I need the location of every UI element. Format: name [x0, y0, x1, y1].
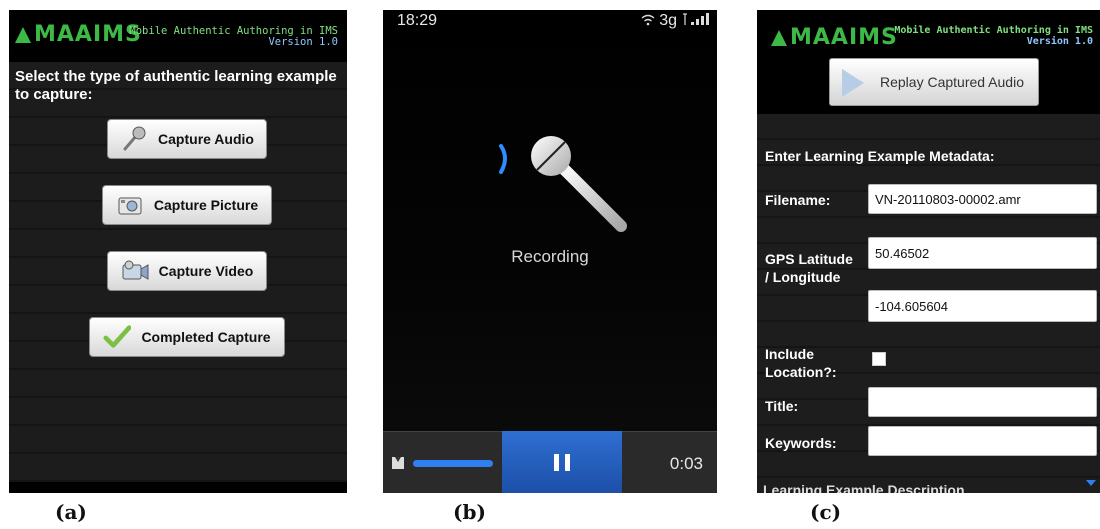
- capture-video-button[interactable]: Capture Video: [107, 251, 267, 291]
- logo-text: MAAIMS: [34, 22, 142, 47]
- checkmark-icon: [103, 323, 132, 351]
- pause-icon: [554, 453, 559, 471]
- logo-text: MAAIMS: [790, 25, 898, 50]
- recording-progress-bar: [413, 460, 493, 467]
- metadata-section-title: Enter Learning Example Metadata:: [765, 148, 995, 164]
- filename-label: Filename:: [765, 192, 831, 208]
- app-logo: MAAIMS: [15, 22, 142, 47]
- panel-a-capture-menu: MAAIMS Mobile Authentic Authoring in IMS…: [9, 10, 347, 493]
- capture-picture-label: Capture Picture: [153, 197, 259, 213]
- status-clock: 18:29: [397, 12, 438, 29]
- app-subtitle: Mobile Authentic Authoring in IMS Versio…: [129, 25, 338, 49]
- longitude-field[interactable]: -104.605604: [868, 290, 1097, 322]
- network-indicator: 3g: [641, 12, 677, 30]
- caption-a: (a): [55, 500, 87, 524]
- include-location-label: Include Location?:: [765, 346, 837, 380]
- panel-b-audio-recorder: 18:29 3g Recording 0:03: [383, 10, 717, 493]
- save-icon[interactable]: [391, 456, 405, 475]
- replay-captured-audio-button[interactable]: Replay Captured Audio: [829, 58, 1039, 106]
- recording-microphone-icon: [499, 136, 627, 232]
- title-field[interactable]: [868, 387, 1097, 417]
- keywords-field[interactable]: [868, 426, 1097, 456]
- replay-label: Replay Captured Audio: [880, 74, 1024, 90]
- play-icon: [842, 69, 864, 97]
- pause-button[interactable]: [502, 431, 622, 493]
- capture-picture-button[interactable]: Capture Picture: [102, 185, 272, 225]
- app-subtitle: Mobile Authentic Authoring in IMS Versio…: [894, 25, 1093, 47]
- app-name: Mobile Authentic Authoring in IMS: [894, 25, 1093, 36]
- recording-status: Recording: [511, 247, 589, 266]
- completed-capture-button[interactable]: Completed Capture: [89, 317, 285, 357]
- app-logo: MAAIMS: [771, 25, 898, 50]
- app-version: Version 1.0: [268, 36, 338, 49]
- wifi-icon: [641, 14, 655, 26]
- capture-video-label: Capture Video: [158, 263, 254, 279]
- filename-field[interactable]: VN-20110803-00002.amr: [868, 184, 1097, 214]
- microphone-icon: [120, 125, 148, 153]
- logo-mark-icon: [15, 26, 31, 43]
- elapsed-time: 0:03: [669, 454, 703, 473]
- bottom-bar: [9, 482, 347, 493]
- app-version: Version 1.0: [1026, 35, 1093, 47]
- panel-c-metadata-form: MAAIMS Mobile Authentic Authoring in IMS…: [757, 10, 1100, 493]
- completed-capture-label: Completed Capture: [141, 329, 271, 345]
- capture-prompt: Select the type of authentic learning ex…: [15, 68, 337, 103]
- status-bar: 18:29 3g: [383, 10, 717, 34]
- network-type: 3g: [659, 12, 677, 29]
- caption-b: (b): [453, 500, 486, 524]
- caption-c: (c): [810, 500, 842, 524]
- include-location-checkbox[interactable]: [872, 352, 886, 366]
- logo-mark-icon: [771, 29, 787, 46]
- gps-label: GPS Latitude / Longitude: [765, 251, 853, 285]
- camera-icon: [116, 191, 144, 219]
- latitude-field[interactable]: 50.46502: [868, 237, 1097, 269]
- capture-audio-button[interactable]: Capture Audio: [107, 119, 267, 159]
- scroll-down-indicator-icon[interactable]: [1086, 480, 1096, 486]
- title-label: Title:: [765, 398, 799, 414]
- description-label-partial: Learning Example Description: [763, 482, 965, 493]
- capture-audio-label: Capture Audio: [158, 131, 254, 147]
- app-header: MAAIMS Mobile Authentic Authoring in IMS…: [9, 10, 347, 62]
- keywords-label: Keywords:: [765, 435, 837, 451]
- signal-strength-icon: [683, 12, 709, 29]
- video-camera-icon: [121, 257, 149, 285]
